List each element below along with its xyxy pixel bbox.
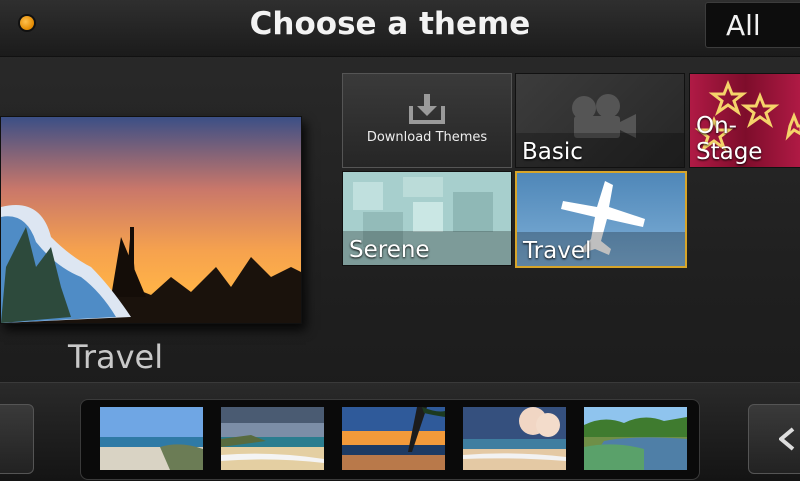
theme-tile-travel[interactable]: Travel	[515, 171, 687, 268]
next-button[interactable]	[748, 404, 800, 474]
theme-tile-serene[interactable]: Serene	[342, 171, 512, 266]
page-title: Choose a theme	[249, 6, 531, 42]
arrow-icon	[779, 427, 795, 451]
media-thumbnail[interactable]	[221, 407, 324, 470]
theme-filter-button[interactable]: All	[705, 2, 800, 48]
theme-label-serene: Serene	[349, 237, 430, 263]
theme-label-travel: Travel	[523, 238, 592, 264]
theme-label-on-stage: On-Stage	[696, 113, 763, 165]
media-thumbnail[interactable]	[100, 407, 203, 470]
filter-label: All	[726, 9, 761, 42]
theme-label-basic: Basic	[522, 139, 583, 165]
selected-theme-name: Travel	[68, 338, 164, 376]
media-thumbnail[interactable]	[342, 407, 445, 470]
theme-tile-on-stage[interactable]: On-Stage	[689, 73, 800, 168]
media-thumbnail[interactable]	[584, 407, 687, 470]
media-thumbnail[interactable]	[463, 407, 566, 470]
theme-preview-image	[0, 116, 302, 324]
download-themes-label: Download Themes	[366, 130, 488, 145]
download-icon	[409, 94, 445, 124]
download-themes-tile[interactable]: Download Themes	[342, 73, 512, 168]
theme-tile-basic[interactable]: Basic	[515, 73, 685, 168]
previous-button[interactable]	[0, 404, 34, 474]
